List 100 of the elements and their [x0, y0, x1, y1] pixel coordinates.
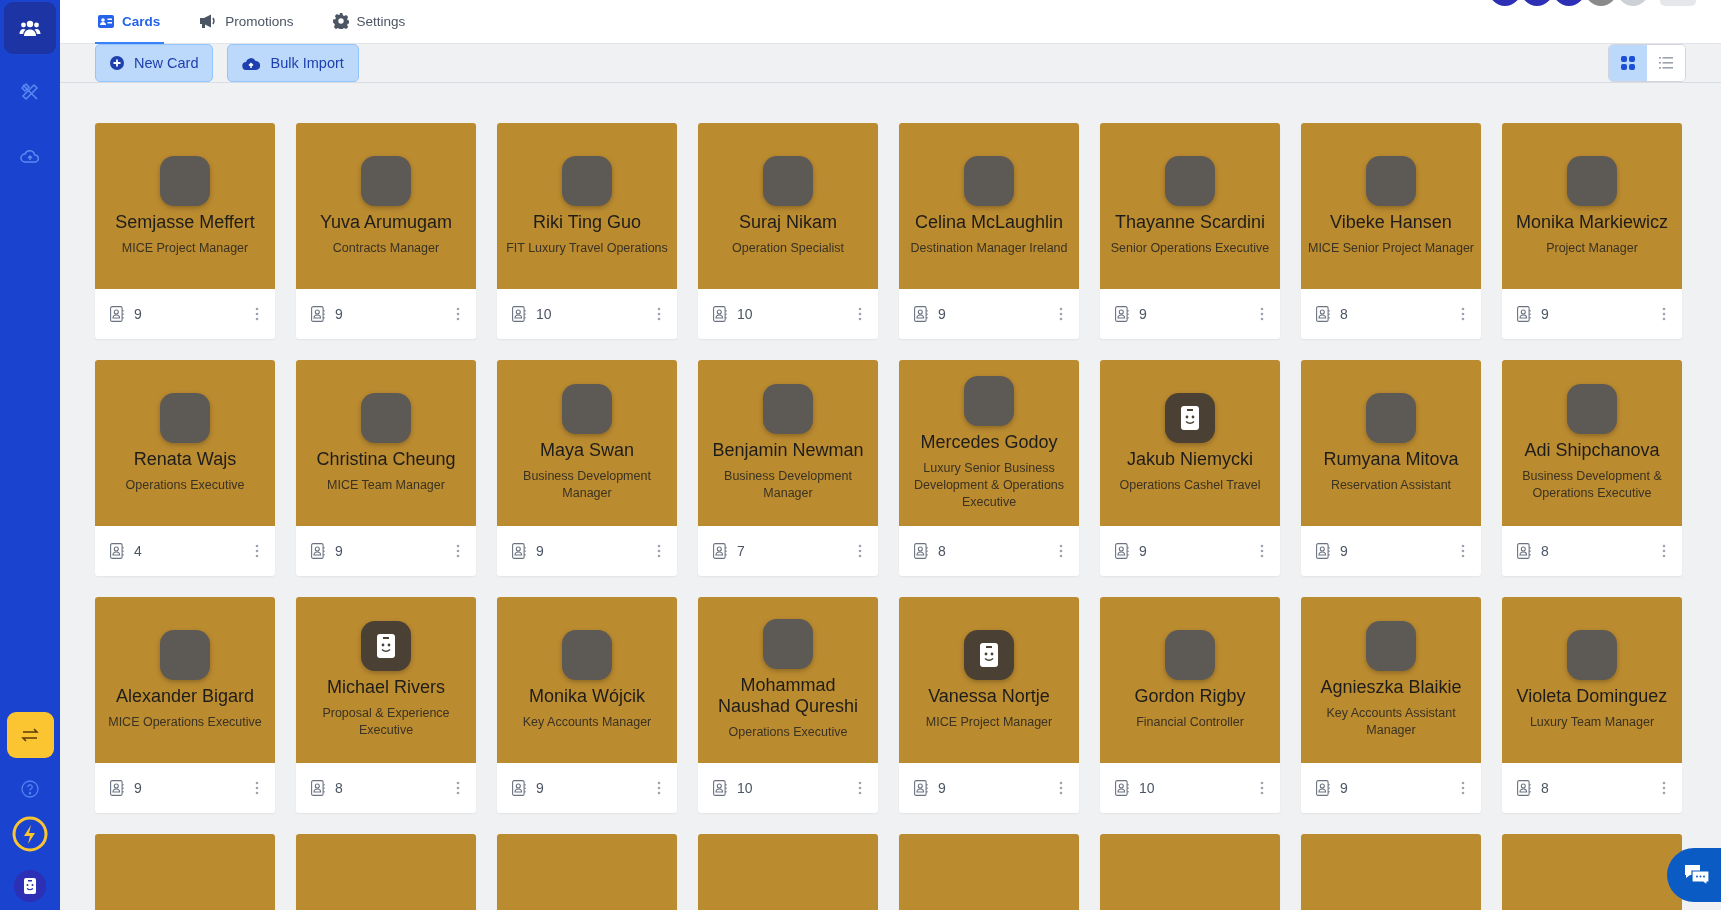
- contact-count: 8: [335, 780, 344, 796]
- contact-book-icon: [1517, 306, 1531, 322]
- contact-book-icon: [110, 543, 124, 559]
- contact-count: 9: [1340, 780, 1349, 796]
- grid-view-toggle[interactable]: [1609, 45, 1647, 81]
- more-options-icon[interactable]: [1662, 544, 1666, 558]
- job-title: MICE Project Manager: [925, 713, 1053, 731]
- more-options-icon[interactable]: [1260, 307, 1264, 321]
- photo-placeholder: [562, 384, 612, 434]
- person-name: Yuva Arumugam: [319, 211, 453, 233]
- person-name: Vibeke Hansen: [1330, 211, 1452, 233]
- contact-book-icon: [914, 543, 928, 559]
- job-title: Business Development & Operations Executive: [1521, 468, 1663, 502]
- swap-arrows-icon: [21, 727, 39, 743]
- contact-book-icon: [1316, 543, 1330, 559]
- contact-book-icon: [512, 306, 526, 322]
- photo-placeholder: [562, 155, 612, 206]
- person-name: Renata Wajs: [133, 448, 237, 470]
- contact-book-icon: [110, 780, 124, 796]
- photo-placeholder: [1366, 155, 1416, 206]
- bolt-icon: [12, 816, 48, 852]
- contact-count: 8: [938, 543, 947, 559]
- more-options-icon[interactable]: [657, 544, 661, 558]
- person-name: Alexander Bigard: [115, 685, 255, 707]
- switch-button[interactable]: [6, 712, 54, 758]
- cloud-upload-icon: [20, 148, 40, 164]
- more-options-icon[interactable]: [456, 307, 460, 321]
- photo-placeholder: [964, 155, 1014, 206]
- chat-button[interactable]: [1667, 848, 1721, 902]
- photo-placeholder: [160, 155, 210, 206]
- job-title: Reservation Assistant: [1330, 476, 1452, 494]
- more-options-icon[interactable]: [255, 307, 259, 321]
- photo-placeholder: [1165, 629, 1215, 680]
- grid-view-icon: [1621, 56, 1635, 70]
- job-title: Project Manager: [1546, 239, 1638, 257]
- contact-count: 10: [1139, 780, 1156, 796]
- more-options-icon[interactable]: [1662, 781, 1666, 795]
- contact-book-icon: [512, 780, 526, 796]
- contact-book-icon: [110, 306, 124, 322]
- more-options-icon[interactable]: [1662, 307, 1666, 321]
- job-title: Luxury Team Manager: [1529, 713, 1655, 731]
- person-name: Suraj Nikam: [739, 211, 837, 233]
- more-options-icon[interactable]: [1059, 781, 1063, 795]
- job-title: Business Development Manager: [522, 468, 652, 502]
- person-name: Adi Shipchanova: [1524, 440, 1660, 461]
- more-options-icon[interactable]: [858, 544, 862, 558]
- contact-count: 10: [737, 780, 754, 796]
- contact-book-icon: [1316, 780, 1330, 796]
- job-title: Senior Operations Executive: [1110, 239, 1270, 257]
- person-name: Agnieszka Blaikie: [1320, 677, 1462, 698]
- contact-book-icon: [1115, 306, 1129, 322]
- sidebar-item[interactable]: [4, 2, 56, 54]
- new-card-button[interactable]: New Card: [95, 44, 214, 82]
- contact-count: 9: [938, 306, 947, 322]
- more-options-icon[interactable]: [456, 781, 460, 795]
- contact-book-icon: [914, 306, 928, 322]
- more-options-icon[interactable]: [1461, 307, 1465, 321]
- more-options-icon[interactable]: [1461, 781, 1465, 795]
- more-options-icon[interactable]: [1260, 781, 1264, 795]
- more-options-icon[interactable]: [657, 781, 661, 795]
- job-title: Financial Controller: [1136, 713, 1244, 731]
- job-title: MICE Project Manager: [121, 239, 249, 257]
- more-options-icon[interactable]: [1260, 544, 1264, 558]
- job-title: Key Accounts Assistant Manager: [1325, 705, 1457, 739]
- more-options-icon[interactable]: [858, 307, 862, 321]
- more-options-icon[interactable]: [1461, 544, 1465, 558]
- badge-placeholder-icon: [377, 634, 395, 658]
- more-options-icon[interactable]: [1059, 544, 1063, 558]
- bulk-import-button[interactable]: Bulk Import: [227, 44, 359, 82]
- tab[interactable]: Promotions: [196, 0, 298, 44]
- help-icon: [21, 780, 39, 798]
- bolt-button[interactable]: [10, 814, 50, 854]
- more-options-icon[interactable]: [255, 544, 259, 558]
- person-name: Benjamin Newman: [712, 440, 864, 461]
- person-name: Monika Markiewicz: [1515, 211, 1668, 233]
- person-name: Gordon Rigby: [1134, 685, 1246, 707]
- more-options-icon[interactable]: [456, 544, 460, 558]
- contact-book-icon: [914, 780, 928, 796]
- more-options-icon[interactable]: [858, 781, 862, 795]
- job-title: MICE Team Manager: [327, 476, 445, 494]
- contact-count: 10: [737, 306, 754, 322]
- contact-count: 8: [1541, 780, 1550, 796]
- photo-placeholder: [763, 619, 813, 669]
- help-button[interactable]: [19, 778, 41, 800]
- plus-circle-icon: [110, 56, 124, 70]
- contact-book-icon: [713, 780, 727, 796]
- person-name: Violeta Dominguez: [1516, 685, 1668, 707]
- more-options-icon[interactable]: [1059, 307, 1063, 321]
- more-options-icon[interactable]: [657, 307, 661, 321]
- job-title: Operations Executive: [125, 476, 245, 494]
- tab[interactable]: Settings: [329, 0, 410, 44]
- contact-book-icon: [1115, 543, 1129, 559]
- person-name: Riki Ting Guo: [532, 211, 641, 233]
- badge-button[interactable]: [12, 868, 48, 904]
- settings-icon: [332, 13, 349, 29]
- contact-book-icon: [1517, 780, 1531, 796]
- person-name: Christina Cheung: [316, 448, 456, 470]
- job-title: Proposal & Experience Executive: [321, 705, 451, 739]
- job-title: Key Accounts Manager: [522, 713, 652, 731]
- more-options-icon[interactable]: [255, 781, 259, 795]
